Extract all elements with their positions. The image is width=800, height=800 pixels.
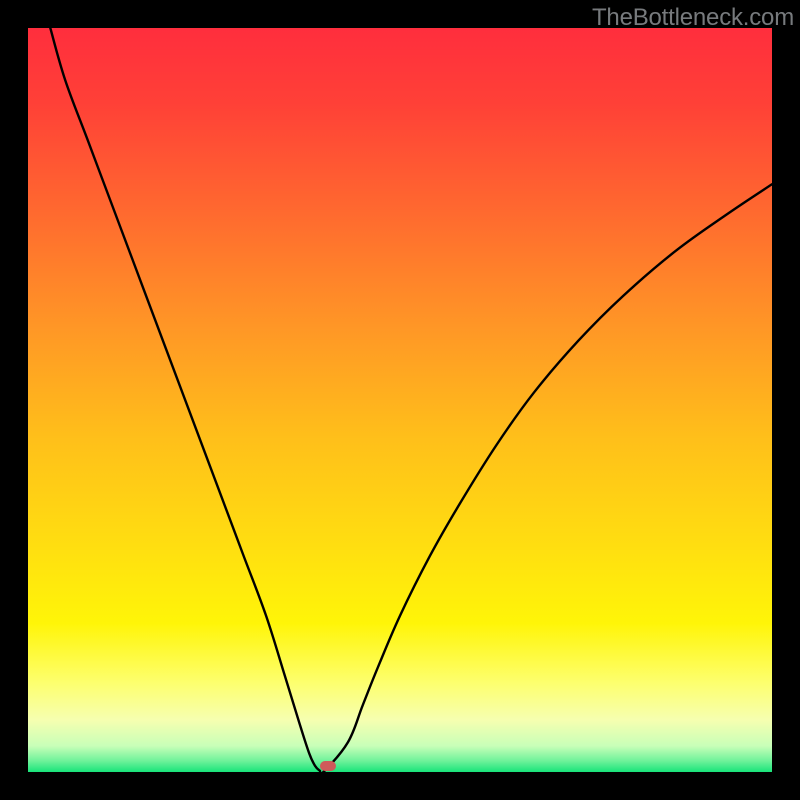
plot-area bbox=[28, 28, 772, 772]
bottleneck-curve bbox=[28, 28, 772, 772]
watermark-text: TheBottleneck.com bbox=[592, 4, 794, 32]
chart-frame: TheBottleneck.com bbox=[0, 0, 800, 800]
optimal-point-marker bbox=[320, 761, 336, 771]
